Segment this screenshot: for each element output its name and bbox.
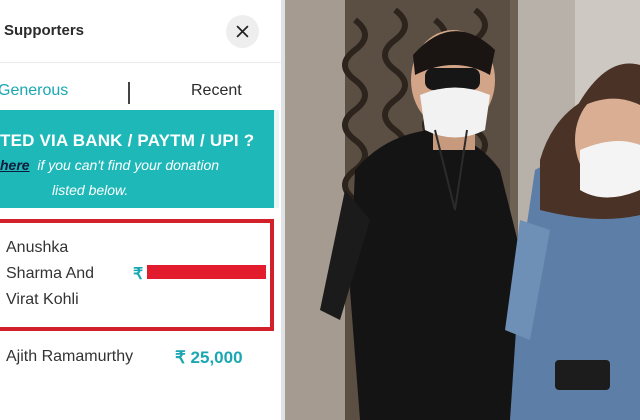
tab-recent[interactable]: Recent xyxy=(191,82,242,100)
tab-separator xyxy=(128,82,130,104)
banner-title: TED VIA BANK / PAYTM / UPI ? xyxy=(0,131,255,150)
scrollbar-track[interactable] xyxy=(274,110,279,208)
donor-name: Ajith Ramamurthy xyxy=(6,348,134,365)
tab-bar: Generous Recent xyxy=(0,62,281,110)
donor-name: Anushka Sharma And Virat Kohli xyxy=(6,239,95,308)
panel-header: Supporters xyxy=(0,0,281,63)
donation-currency: ₹ xyxy=(133,266,144,283)
donation-help-banner: TED VIA BANK / PAYTM / UPI ? here if you… xyxy=(0,110,274,208)
photo-illustration xyxy=(285,0,640,420)
tab-generous[interactable]: Generous xyxy=(0,82,68,100)
banner-line3: listed below. xyxy=(52,182,129,198)
donation-amount: ₹ 25,000 xyxy=(175,348,243,367)
banner-text: here if you can't find your donation xyxy=(0,157,219,173)
banner-link[interactable]: here xyxy=(0,157,30,173)
panel-title: Supporters xyxy=(4,22,85,39)
banner-line2-text: if you can't find your donation xyxy=(37,157,220,173)
news-photo xyxy=(285,0,640,420)
close-icon xyxy=(236,25,249,38)
close-button[interactable] xyxy=(226,15,259,48)
redacted-amount xyxy=(147,265,266,279)
supporters-panel: Supporters Generous Recent TED VIA BANK … xyxy=(0,0,281,420)
